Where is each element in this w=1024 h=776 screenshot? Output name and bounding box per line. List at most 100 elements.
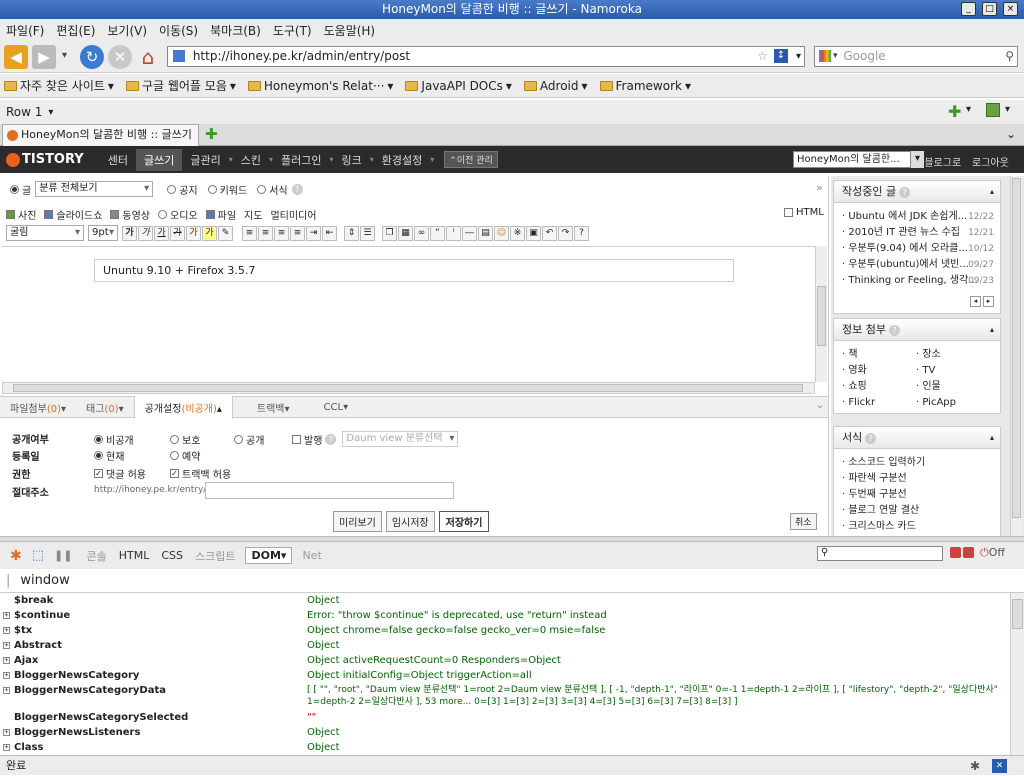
star-bookmark-icon[interactable]: ☆	[757, 47, 768, 66]
menu-settings[interactable]: 환경설정	[374, 152, 430, 168]
type-post-radio[interactable]	[10, 184, 19, 194]
daum-category-select[interactable]: Daum view 분류선택	[342, 431, 459, 447]
tab-dom[interactable]: DOM▾	[245, 547, 293, 564]
tab-list-chevron-icon[interactable]: ⌄	[1006, 127, 1016, 141]
prev-page-icon[interactable]: ◂	[970, 296, 981, 307]
tool-dropdown-icon[interactable]: ▾	[1005, 104, 1010, 115]
visibility-public-radio[interactable]	[234, 434, 243, 444]
draft-item[interactable]: · 우분투(9.04) 에서 오라클... 10/12	[834, 241, 1000, 257]
post-title-input[interactable]: Ununtu 9.10 + Firefox 3.5.7	[94, 259, 734, 282]
date-now-radio[interactable]	[94, 451, 103, 460]
home-icon[interactable]: ⌂	[136, 45, 160, 69]
menu-tools[interactable]: 도구(T)	[267, 22, 318, 39]
search-box[interactable]: ▾ Google ⚲	[814, 46, 1018, 67]
tab-trackback[interactable]: 트랙백▾	[233, 400, 314, 415]
info-shopping[interactable]: · 쇼핑	[842, 379, 912, 395]
bookmark-folder[interactable]: Adroid ▾	[523, 79, 588, 93]
draft-item[interactable]: · Ubuntu 에서 JDK 손쉽게... 12/22	[834, 209, 1000, 225]
save-button[interactable]: 저장하기	[438, 511, 490, 532]
quote-icon[interactable]: “	[430, 225, 445, 241]
info-tv[interactable]: · TV	[916, 363, 986, 379]
media-file[interactable]: 파일	[218, 207, 236, 222]
media-multimedia[interactable]: 멀티미디어	[270, 207, 316, 222]
forms-collapse-icon[interactable]: ▴	[990, 427, 994, 449]
type-keyword-radio[interactable]	[207, 184, 217, 194]
inspect-icon[interactable]: ⬚	[32, 548, 44, 563]
list-icon[interactable]: ☰	[360, 225, 375, 241]
prev-admin-button[interactable]: ⌃이전 관리	[444, 151, 498, 168]
redo-icon[interactable]: ↷	[558, 225, 573, 241]
forward-arrow-icon[interactable]: ▶	[32, 45, 56, 69]
type-notice-radio[interactable]	[167, 184, 177, 194]
dom-row[interactable]: + $tx Object chrome=false gecko=false geck…	[0, 623, 1010, 638]
font-color-icon[interactable]: 가	[186, 225, 201, 241]
tistory-logo[interactable]: TISTORY	[22, 152, 84, 167]
menu-view[interactable]: 보기(V)	[101, 22, 153, 39]
menu-file[interactable]: 파일(F)	[0, 22, 50, 39]
menu-write[interactable]: 글쓰기	[135, 148, 183, 171]
form-item[interactable]: · 블로그 연말 결산	[834, 503, 1000, 519]
media-audio[interactable]: 오디오	[170, 207, 198, 222]
allow-comment-checkbox[interactable]: ✓	[94, 469, 103, 478]
add-green-plus-icon[interactable]: ✚	[948, 102, 961, 121]
menu-edit[interactable]: 편집(E)	[50, 22, 101, 39]
menu-skin[interactable]: 스킨	[233, 152, 269, 168]
dom-row[interactable]: + BloggerNewsCategory Object initialConfig…	[0, 668, 1010, 683]
collapse-chevron-icon[interactable]: »	[816, 181, 823, 194]
bookmark-folder[interactable]: Honeymon's Relat··· ▾	[247, 79, 393, 93]
dom-row[interactable]: + Class Object	[0, 740, 1010, 755]
pause-icon[interactable]: ❚❚	[54, 549, 72, 562]
info-collapse-icon[interactable]: ▴	[990, 319, 994, 341]
help-question-icon[interactable]: ?	[574, 225, 589, 241]
draft-item[interactable]: · 우분투(ubuntu)에서 넷빈... 09/27	[834, 257, 1000, 273]
form-item[interactable]: · 크리스마스 카드	[834, 519, 1000, 535]
bold-icon[interactable]: 가	[122, 225, 137, 241]
add-dropdown-icon[interactable]: ▾	[966, 104, 971, 115]
menu-plugin[interactable]: 플러그인	[273, 152, 329, 168]
next-page-icon[interactable]: ▸	[983, 296, 994, 307]
new-tab-plus-icon[interactable]: ✚	[205, 125, 218, 143]
link-icon[interactable]: ∞	[414, 225, 429, 241]
dom-row[interactable]: + Ajax Object activeRequestCount=0 Respond…	[0, 653, 1010, 668]
strike-icon[interactable]: 가	[170, 225, 185, 241]
media-video[interactable]: 동영상	[122, 207, 150, 222]
menu-history[interactable]: 이동(S)	[153, 22, 204, 39]
form-item[interactable]: · 소스코드 입력하기	[834, 455, 1000, 471]
html-mode-checkbox[interactable]	[784, 208, 793, 217]
media-photo[interactable]: 사진	[18, 207, 36, 222]
quote-box-icon[interactable]: ❐	[382, 225, 397, 241]
firebug-bug-icon[interactable]: ✱	[10, 548, 22, 564]
bookmark-folder[interactable]: Framework ▾	[599, 79, 691, 93]
reload-icon[interactable]: ↻	[80, 45, 104, 69]
editor-vertical-scrollbar[interactable]	[815, 246, 827, 382]
hr-icon[interactable]: ―	[462, 225, 477, 241]
close-window-button[interactable]: ×	[1003, 2, 1018, 16]
tab-ccl[interactable]: CCL▾	[314, 402, 359, 413]
tab-file-attach[interactable]: 파일첨부(0)▾	[0, 400, 76, 415]
italic-icon[interactable]: 가	[138, 225, 153, 241]
menu-manage-posts[interactable]: 글관리	[182, 152, 228, 168]
firebug-search-input[interactable]: ⚲	[817, 546, 943, 561]
dom-row[interactable]: $break Object	[0, 593, 1010, 608]
tab-css[interactable]: CSS	[161, 549, 183, 562]
dom-row[interactable]: + Abstract Object	[0, 638, 1010, 653]
tab-console[interactable]: 콘솔	[86, 548, 106, 564]
menu-center[interactable]: 센터	[100, 152, 136, 168]
align-left-icon[interactable]: ≡	[242, 225, 257, 241]
magnifier-icon[interactable]: ⚲	[1005, 47, 1014, 66]
dom-row[interactable]: + $continue Error: "throw $continue" is de…	[0, 608, 1010, 623]
cancel-button[interactable]: 취소	[790, 513, 817, 530]
publish-checkbox[interactable]	[292, 434, 301, 444]
tab-script[interactable]: 스크립트	[195, 548, 235, 564]
outdent-icon[interactable]: ⇤	[322, 225, 337, 241]
dom-window-path[interactable]: window	[20, 573, 69, 588]
back-arrow-icon[interactable]: ◀	[4, 45, 28, 69]
highlight-icon[interactable]: 가	[202, 225, 217, 241]
draft-item[interactable]: · 2010년 IT 관련 뉴스 수집 12/21	[834, 225, 1000, 241]
dom-row[interactable]: + BloggerNewsCategoryData[ [ "", "root", …	[0, 683, 1010, 711]
align-right-icon[interactable]: ≡	[274, 225, 289, 241]
tab-tags[interactable]: 태그(0)▾	[76, 400, 134, 415]
form-item[interactable]: · 파란색 구분선	[834, 471, 1000, 487]
bottom-collapse-icon[interactable]: ⌄	[816, 400, 824, 411]
date-reserve-radio[interactable]	[170, 451, 179, 460]
